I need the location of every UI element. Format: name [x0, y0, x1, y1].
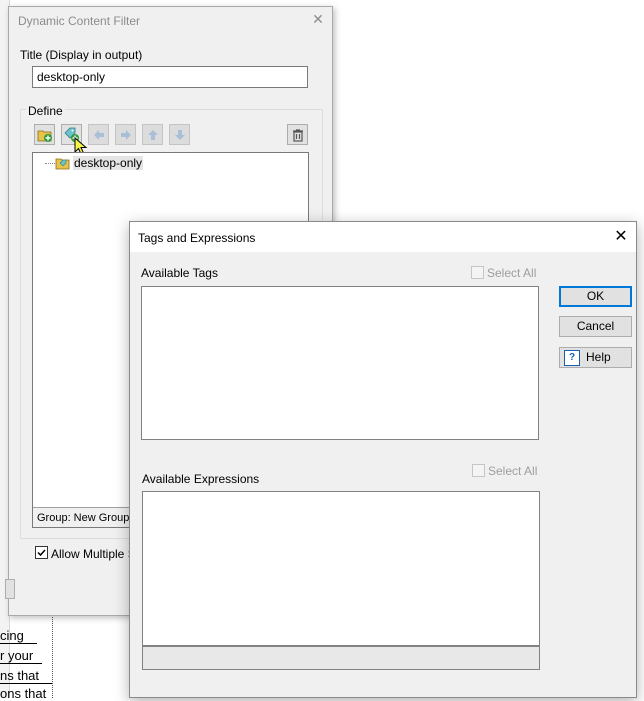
trash-icon	[292, 128, 303, 142]
arrow-up-icon	[147, 129, 158, 140]
tags-and-expressions-dialog: Tags and Expressions ✕ Available Tags Se…	[129, 221, 637, 698]
allow-multiple-checkbox[interactable]	[35, 546, 48, 559]
ok-button[interactable]: OK	[559, 286, 632, 307]
arrow-down-icon	[174, 129, 185, 140]
available-tags-label: Available Tags	[141, 266, 218, 280]
arrow-left-icon	[93, 129, 104, 140]
available-expressions-list[interactable]	[142, 491, 540, 646]
doc-text-fragment: ons that	[0, 686, 47, 701]
doc-text-fragment: ns that	[0, 668, 52, 684]
move-left-button[interactable]	[88, 124, 109, 145]
close-icon[interactable]: ✕	[611, 227, 631, 247]
move-down-button[interactable]	[169, 124, 190, 145]
available-tags-list[interactable]	[141, 286, 539, 440]
tag-icon	[55, 158, 70, 170]
available-expressions-label: Available Expressions	[142, 472, 260, 486]
tree-connector	[45, 163, 55, 164]
dialog-title: Tags and Expressions	[138, 231, 256, 245]
doc-text-fragment: r your	[0, 648, 42, 664]
cancel-button[interactable]: Cancel	[559, 316, 632, 337]
doc-text-fragment: cing	[0, 628, 37, 644]
title-field-label: Title (Display in output)	[20, 48, 143, 62]
move-right-button[interactable]	[115, 124, 136, 145]
checkmark-icon	[37, 549, 46, 557]
help-icon: ?	[564, 349, 580, 366]
expression-edit-bar[interactable]	[142, 646, 540, 670]
arrow-right-icon	[120, 129, 131, 140]
delete-button[interactable]	[287, 124, 308, 145]
select-all-tags-checkbox[interactable]	[471, 266, 484, 279]
tree-item-label: desktop-only	[73, 156, 144, 170]
select-all-expressions-checkbox[interactable]	[472, 464, 485, 477]
close-icon[interactable]: ✕	[310, 11, 326, 27]
select-all-tags-label: Select All	[487, 266, 537, 280]
tree-item[interactable]: desktop-only	[55, 155, 144, 171]
define-label: Define	[26, 104, 65, 118]
background-dotted-guide	[52, 615, 53, 698]
window-title: Dynamic Content Filter	[18, 14, 141, 28]
folder-add-icon	[37, 130, 52, 142]
move-up-button[interactable]	[142, 124, 163, 145]
select-all-expressions-label: Select All	[488, 464, 538, 478]
partial-button[interactable]	[5, 579, 15, 599]
title-input[interactable]: desktop-only	[32, 66, 308, 88]
add-group-button[interactable]	[34, 124, 55, 145]
help-button-label: Help	[586, 350, 611, 364]
help-button[interactable]: ? Help	[559, 347, 632, 368]
